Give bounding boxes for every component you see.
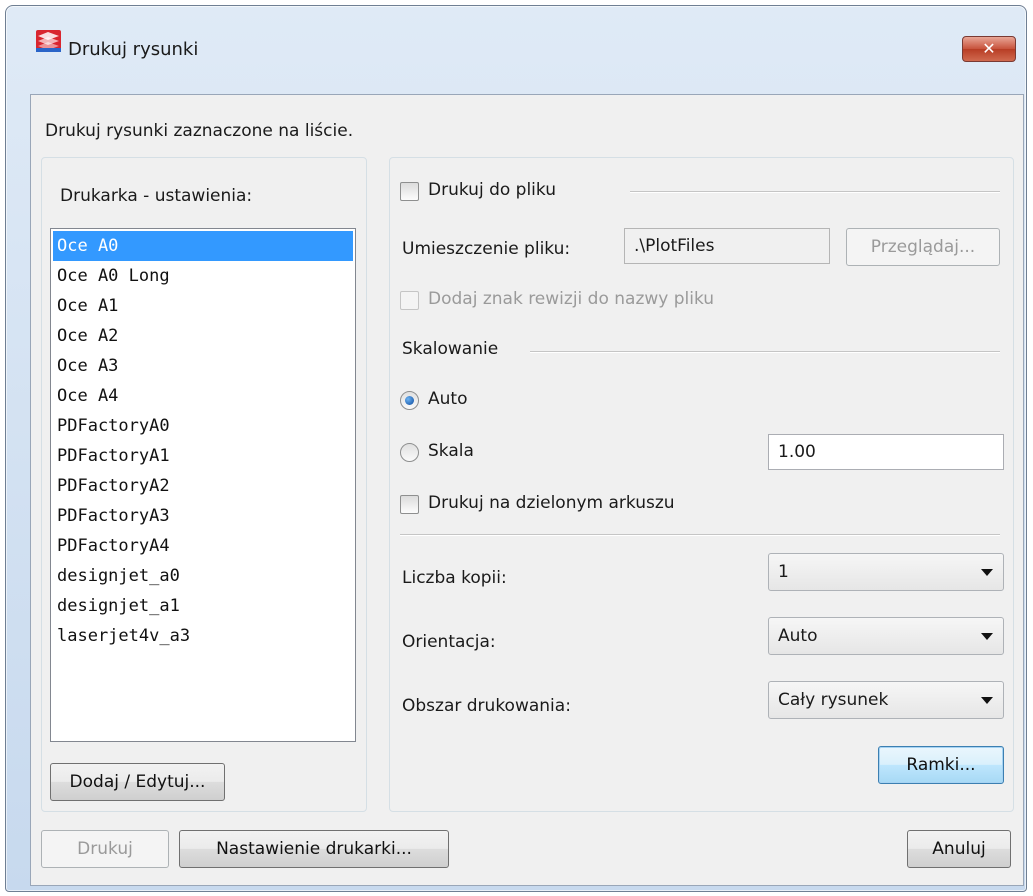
add-edit-button[interactable]: Dodaj / Edytuj... [50,763,225,801]
print-to-file-divider [630,191,1000,193]
printer-list-item[interactable]: PDFactoryA3 [53,501,353,531]
chevron-down-icon [981,697,993,704]
auto-scale-label: Auto [428,389,468,409]
title-bar[interactable]: Drukuj rysunki ✕ [6,6,1026,78]
printer-list-items: Oce A0 Oce A0 Long Oce A1 Oce A2 Oce A3 Oce A… [51,229,355,651]
print-area-label: Obszar drukowania: [402,696,571,716]
chevron-down-icon [981,569,993,576]
print-to-file-label: Drukuj do pliku [428,180,557,200]
printer-list-item[interactable]: Oce A0 Long [53,261,353,291]
custom-scale-radio[interactable] [400,443,419,462]
printer-list-item[interactable]: laserjet4v_a3 [53,621,353,651]
options-divider [400,534,1000,536]
printer-list[interactable]: Oce A0 Oce A0 Long Oce A1 Oce A2 Oce A3 Oce A… [50,228,356,742]
frames-button[interactable]: Ramki... [878,746,1004,784]
window-title: Drukuj rysunki [68,39,199,60]
printer-list-item[interactable]: Oce A1 [53,291,353,321]
file-location-field[interactable]: .\PlotFiles [624,228,830,264]
printer-list-item[interactable]: PDFactoryA1 [53,441,353,471]
browse-button[interactable]: Przeglądaj... [846,228,1000,266]
printer-list-item[interactable]: PDFactoryA2 [53,471,353,501]
printer-list-item[interactable]: Oce A0 [53,231,353,261]
print-drawings-dialog: Drukuj rysunki ✕ Drukuj rysunki zaznaczo… [5,5,1027,892]
dialog-description: Drukuj rysunki zaznaczone na liście. [45,121,354,141]
tiled-sheet-label: Drukuj na dzielonym arkuszu [428,493,675,513]
copies-value: 1 [778,562,789,582]
orientation-value: Auto [778,626,818,646]
close-icon: ✕ [982,39,996,58]
printer-list-item[interactable]: Oce A3 [53,351,353,381]
printer-settings-label: Drukarka - ustawienia: [60,186,253,206]
copies-label: Liczba kopii: [402,568,507,588]
printer-setup-button[interactable]: Nastawienie drukarki... [179,830,449,868]
print-area-dropdown[interactable]: Cały rysunek [768,681,1004,719]
radio-selected-dot [405,396,414,405]
printer-list-item[interactable]: Oce A2 [53,321,353,351]
orientation-label: Orientacja: [402,632,496,652]
app-logo-icon [36,30,61,52]
tiled-sheet-checkbox[interactable] [400,495,419,514]
dialog-client-area: Drukuj rysunki zaznaczone na liście. Dru… [30,94,1024,886]
print-area-value: Cały rysunek [778,690,889,710]
orientation-dropdown[interactable]: Auto [768,617,1004,655]
file-location-label: Umieszczenie pliku: [402,239,571,259]
close-button[interactable]: ✕ [962,36,1016,62]
scaling-label: Skalowanie [402,339,499,359]
scaling-divider [530,351,1000,353]
chevron-down-icon [981,633,993,640]
scale-value-input[interactable]: 1.00 [768,434,1004,470]
add-revision-label: Dodaj znak rewizji do nazwy pliku [428,289,715,309]
print-button[interactable]: Drukuj [41,830,169,868]
custom-scale-label: Skala [428,441,474,461]
printer-settings-group: Drukarka - ustawienia: Oce A0 Oce A0 Long… [41,157,367,812]
print-to-file-checkbox[interactable] [400,182,419,201]
copies-dropdown[interactable]: 1 [768,553,1004,591]
printer-list-item[interactable]: designjet_a0 [53,561,353,591]
printer-list-item[interactable]: Oce A4 [53,381,353,411]
printer-list-item[interactable]: designjet_a1 [53,591,353,621]
add-revision-checkbox[interactable] [400,291,419,310]
printer-list-item[interactable]: PDFactoryA4 [53,531,353,561]
cancel-button[interactable]: Anuluj [907,830,1011,868]
print-options-group: Drukuj do pliku Umieszczenie pliku: .\Pl… [389,157,1014,812]
auto-scale-radio[interactable] [400,391,419,410]
printer-list-item[interactable]: PDFactoryA0 [53,411,353,441]
